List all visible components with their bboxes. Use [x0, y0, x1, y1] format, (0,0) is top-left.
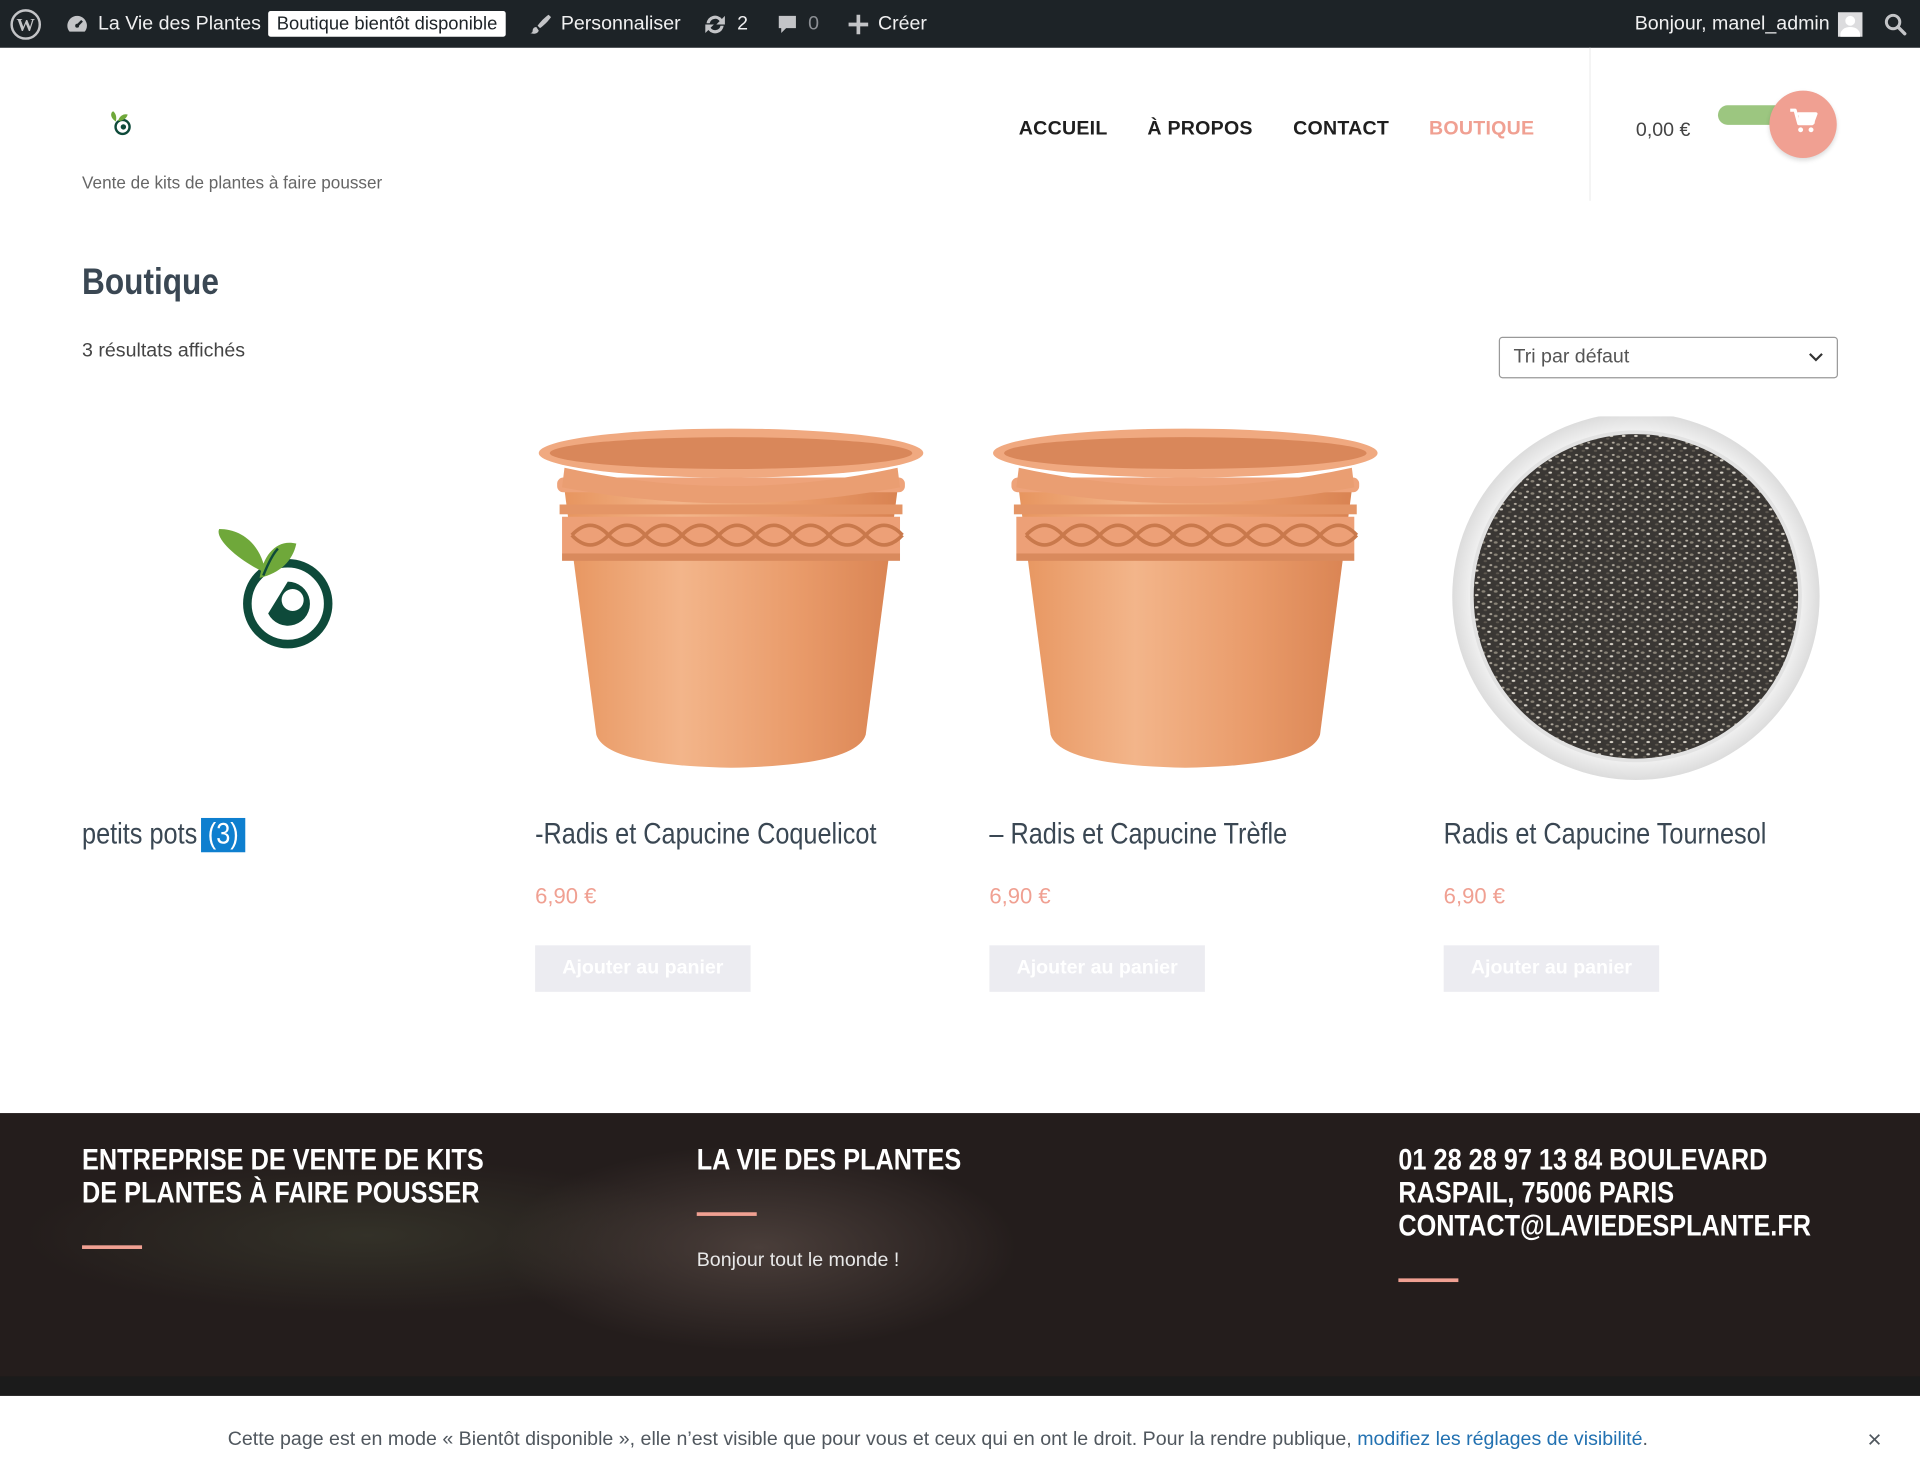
- visibility-settings-link[interactable]: modifiez les réglages de visibilité: [1357, 1429, 1642, 1450]
- page-title: Boutique: [82, 262, 219, 303]
- update-icon: [702, 12, 729, 36]
- updates-link[interactable]: 2: [702, 0, 748, 48]
- product-price: 6,90 €: [535, 884, 597, 909]
- sort-selected-value: Tri par défaut: [1513, 346, 1630, 368]
- category-count-badge: (3): [201, 817, 246, 853]
- cart-icon: [1788, 108, 1817, 141]
- dashboard-icon: [65, 12, 89, 36]
- search-icon[interactable]: [1883, 0, 1907, 48]
- result-count: 3 résultats affichés: [82, 340, 246, 362]
- paintbrush-icon: [528, 12, 552, 36]
- nav-shop[interactable]: BOUTIQUE: [1429, 119, 1534, 146]
- plus-icon: [847, 13, 869, 35]
- wordpress-logo-icon[interactable]: W: [10, 0, 42, 48]
- new-content-link[interactable]: Créer: [847, 0, 927, 48]
- footer-heading: ENTREPRISE DE VENTE DE KITS DE PLANTES À…: [82, 1143, 484, 1210]
- add-to-cart-button[interactable]: Ajouter au panier: [989, 945, 1205, 992]
- product-price: 6,90 €: [989, 884, 1051, 909]
- product-image[interactable]: [1444, 412, 1836, 783]
- admin-bar: W La Vie des Plantes Boutique bientôt di…: [0, 0, 1920, 48]
- close-icon[interactable]: ×: [1867, 1427, 1881, 1455]
- avatar: [1838, 11, 1863, 37]
- footer-divider: [82, 1245, 143, 1249]
- comment-icon: [775, 12, 799, 36]
- site-tagline: Vente de kits de plantes à faire pousser: [82, 172, 383, 193]
- category-title[interactable]: petits pots (3): [82, 817, 246, 853]
- nav-home[interactable]: ACCUEIL: [1019, 119, 1108, 146]
- site-footer: ENTREPRISE DE VENTE DE KITS DE PLANTES À…: [0, 1113, 1920, 1396]
- account-menu[interactable]: Bonjour, manel_admin: [1635, 0, 1863, 48]
- footer-bottom-bar: [0, 1376, 1920, 1396]
- footer-divider: [696, 1212, 757, 1216]
- svg-text:W: W: [17, 15, 36, 35]
- footer-post-link[interactable]: Bonjour tout le monde !: [697, 1250, 900, 1272]
- add-to-cart-button[interactable]: Ajouter au panier: [1443, 945, 1660, 992]
- product-title[interactable]: Radis et Capucine Tournesol: [1444, 818, 1767, 852]
- product-title[interactable]: – Radis et Capucine Trèfle: [989, 818, 1287, 852]
- coming-soon-badge[interactable]: Boutique bientôt disponible: [268, 0, 506, 48]
- chevron-down-icon: [1809, 347, 1824, 369]
- site-name-link[interactable]: La Vie des Plantes: [65, 0, 261, 48]
- site-name: La Vie des Plantes: [97, 12, 261, 34]
- coming-soon-notice: Cette page est en mode « Bientôt disponi…: [0, 1395, 1920, 1482]
- nav-about[interactable]: À PROPOS: [1147, 119, 1252, 146]
- add-to-cart-button[interactable]: Ajouter au panier: [535, 945, 751, 992]
- customize-link[interactable]: Personnaliser: [528, 0, 681, 48]
- nav-contact[interactable]: CONTACT: [1293, 119, 1389, 146]
- product-price: 6,90 €: [1443, 884, 1505, 909]
- footer-heading: LA VIE DES PLANTES: [696, 1143, 962, 1177]
- product-image[interactable]: [989, 416, 1381, 783]
- footer-divider: [1398, 1278, 1459, 1283]
- category-image[interactable]: [82, 416, 474, 783]
- cart-total[interactable]: 0,00 €: [1636, 120, 1690, 142]
- product-image[interactable]: [535, 416, 927, 783]
- cart-button[interactable]: [1769, 90, 1837, 158]
- footer-contact: 01 28 28 97 13 84 BOULEVARD RASPAIL, 750…: [1398, 1143, 1812, 1243]
- header-divider: [1589, 47, 1591, 201]
- comments-link[interactable]: 0: [775, 0, 819, 48]
- product-title[interactable]: -Radis et Capucine Coquelicot: [535, 818, 876, 852]
- site-logo[interactable]: [108, 110, 135, 143]
- notice-message: Cette page est en mode « Bientôt disponi…: [227, 1428, 1648, 1450]
- sort-select[interactable]: Tri par défaut: [1498, 336, 1838, 379]
